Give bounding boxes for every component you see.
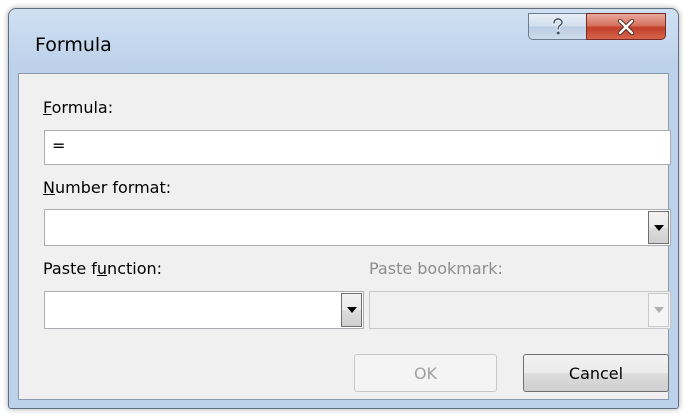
formula-label-rest: ormula: <box>51 98 114 117</box>
paste-bookmark-combobox[interactable] <box>369 291 671 329</box>
number-format-dropdown-button[interactable] <box>648 211 669 244</box>
chevron-down-icon <box>653 307 664 313</box>
formula-label: Formula: <box>43 98 113 117</box>
paste-bookmark-dropdown-button[interactable] <box>648 293 669 327</box>
paste-function-label-post: nction: <box>107 259 163 278</box>
chevron-down-icon <box>346 307 357 313</box>
paste-function-label-mnemonic: u <box>96 259 108 278</box>
number-format-label-rest: umber format: <box>54 178 172 197</box>
number-format-label-mnemonic: N <box>43 178 55 197</box>
paste-function-combobox[interactable] <box>44 291 364 329</box>
number-format-combobox[interactable] <box>44 209 671 246</box>
cancel-button[interactable]: Cancel <box>523 354 669 392</box>
paste-bookmark-label: Paste bookmark: <box>369 259 503 278</box>
number-format-label: Number format: <box>43 178 171 197</box>
help-icon <box>552 17 564 34</box>
formula-dialog: Formula Formula: = Number format: Paste … <box>8 8 679 409</box>
paste-function-label-pre: Paste f <box>43 259 97 278</box>
close-button[interactable] <box>586 13 666 40</box>
chevron-down-icon <box>653 224 664 231</box>
ok-button[interactable]: OK <box>354 354 497 392</box>
paste-function-dropdown-button[interactable] <box>341 293 362 327</box>
close-icon <box>617 18 635 35</box>
paste-function-label: Paste function: <box>43 259 162 278</box>
formula-label-mnemonic: F <box>43 98 52 117</box>
dialog-title: Formula <box>35 34 112 56</box>
formula-value: = <box>52 136 66 155</box>
title-bar[interactable]: Formula <box>9 9 678 69</box>
dialog-body: Formula: = Number format: Paste function… <box>18 73 671 400</box>
formula-input[interactable]: = <box>44 130 671 165</box>
help-button[interactable] <box>528 13 587 40</box>
